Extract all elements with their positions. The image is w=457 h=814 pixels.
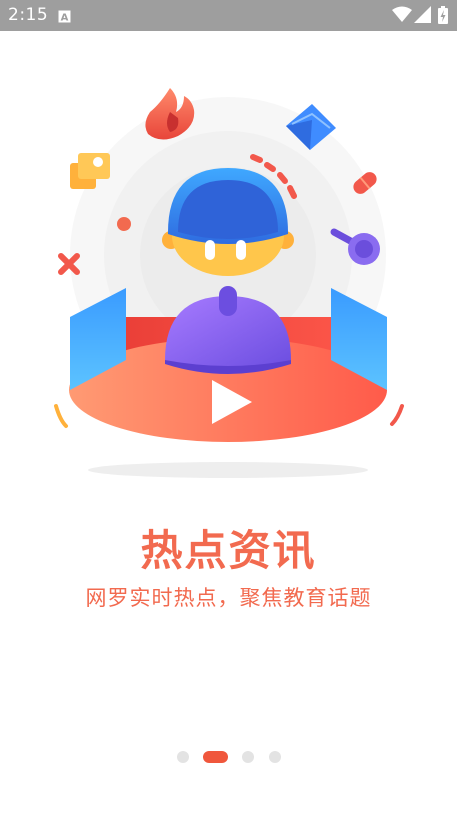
floor-shadow — [88, 462, 368, 478]
page-dot-2-active[interactable] — [203, 751, 228, 763]
decor-dot — [117, 217, 131, 231]
page-dot-3[interactable] — [242, 751, 254, 763]
page-title: 热点资讯 — [140, 526, 317, 575]
a-notification-icon: A — [58, 8, 71, 27]
status-bar: 2:15 A — [0, 0, 457, 31]
cell-signal-icon — [414, 6, 431, 27]
page-subtitle: 网罗实时热点，聚焦教育话题 — [85, 586, 372, 610]
page-indicator — [0, 749, 457, 765]
status-time: 2:15 — [8, 5, 49, 25]
hero-illustration — [0, 75, 457, 495]
wifi-icon — [392, 6, 412, 27]
page-dot-1[interactable] — [177, 751, 189, 763]
page-dot-4[interactable] — [269, 751, 281, 763]
battery-charging-icon — [438, 6, 448, 28]
svg-text:A: A — [61, 13, 69, 24]
